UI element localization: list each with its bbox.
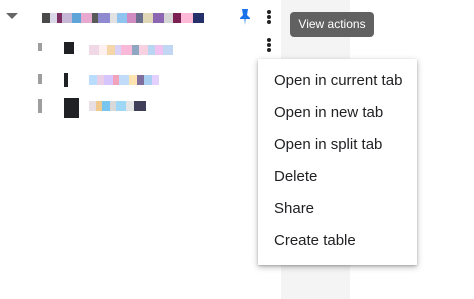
child-item-icon [64,42,74,54]
child-item-marker [38,99,42,113]
more-options-icon[interactable] [263,8,275,26]
child-item-icon [64,73,68,87]
share-item[interactable]: Share [258,193,417,225]
child-item-marker [38,74,42,84]
create-table-item[interactable]: Create table [258,225,417,257]
view-actions-tooltip: View actions [290,12,374,37]
child-item-marker [38,43,42,51]
open-in-split-tab-item[interactable]: Open in split tab [258,129,417,161]
more-options-icon[interactable] [263,36,275,54]
expand-triangle-icon[interactable] [6,13,18,19]
redacted-child-label[interactable] [89,101,146,111]
page: View actions Open in current tab Open in… [0,0,474,299]
delete-item[interactable]: Delete [258,161,417,193]
pin-icon[interactable] [238,8,252,26]
redacted-child-label[interactable] [89,75,159,85]
redacted-parent-label[interactable] [42,13,204,23]
context-menu: Open in current tab Open in new tab Open… [258,59,417,265]
open-in-new-tab-item[interactable]: Open in new tab [258,97,417,129]
child-item-icon [64,98,79,118]
open-in-current-tab-item[interactable]: Open in current tab [258,65,417,97]
redacted-child-label[interactable] [89,45,173,55]
